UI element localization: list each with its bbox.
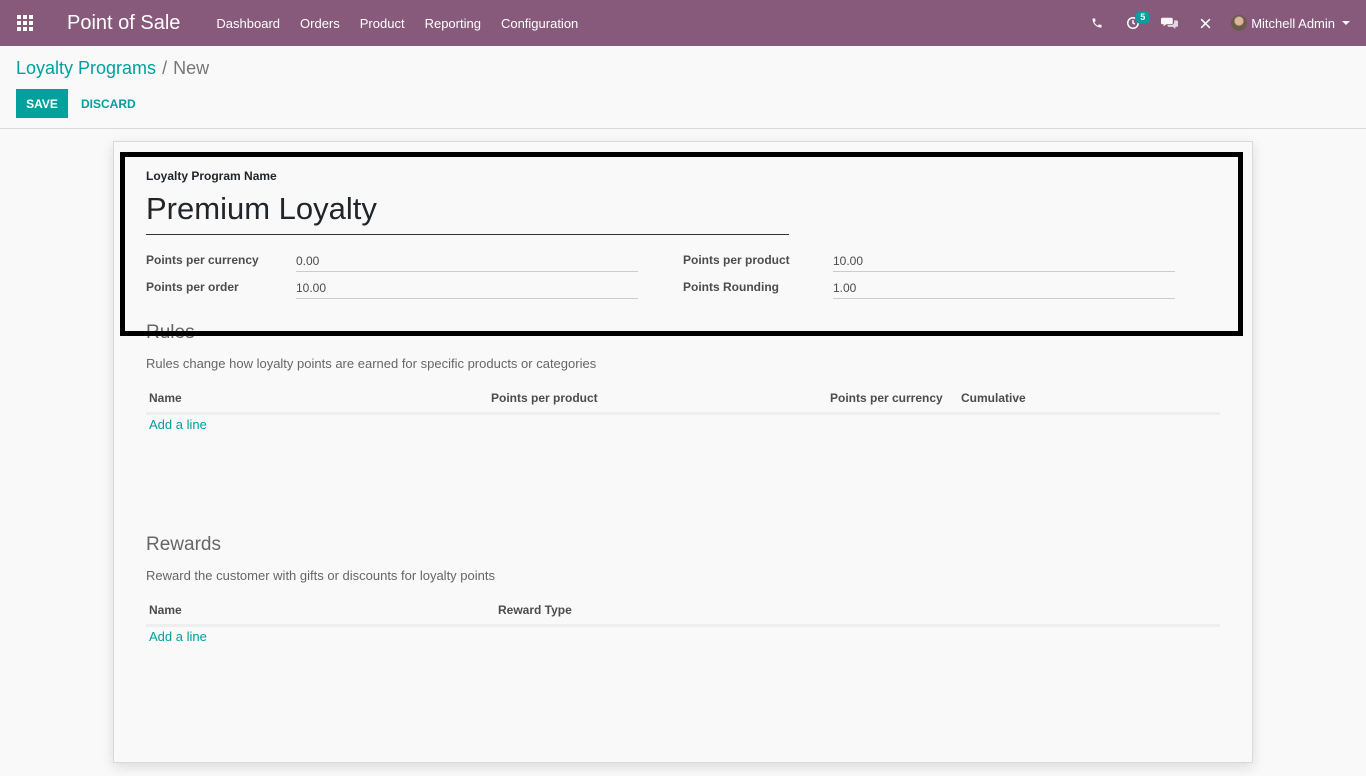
menu-item-dashboard[interactable]: Dashboard xyxy=(216,16,280,31)
avatar xyxy=(1231,15,1248,31)
menu-item-reporting[interactable]: Reporting xyxy=(425,16,481,31)
rules-section-description: Rules change how loyalty points are earn… xyxy=(146,356,597,371)
menu-item-configuration[interactable]: Configuration xyxy=(501,16,578,31)
breadcrumb-separator: / xyxy=(162,58,168,78)
points-per-currency-label: Points per currency xyxy=(146,253,259,267)
rules-col-name[interactable]: Name xyxy=(149,391,182,405)
activity-count-badge: 5 xyxy=(1135,11,1151,24)
discard-button[interactable]: DISCARD xyxy=(81,89,136,118)
close-tools-icon[interactable] xyxy=(1187,0,1223,46)
rewards-add-line-link[interactable]: Add a line xyxy=(149,629,207,644)
points-per-currency-field[interactable]: 0.00 xyxy=(296,254,638,272)
rules-section-title: Rules xyxy=(146,322,195,343)
menu-item-orders[interactable]: Orders xyxy=(300,16,340,31)
points-per-order-label: Points per order xyxy=(146,280,239,294)
points-per-product-label: Points per product xyxy=(683,253,790,267)
program-name-field[interactable]: Premium Loyalty xyxy=(146,191,789,235)
rewards-table-header: Name Reward Type xyxy=(146,599,1220,627)
activity-clock-icon[interactable]: 5 xyxy=(1115,0,1151,46)
navbar-systray: 5 Mitchell Admin xyxy=(1079,0,1366,46)
rewards-col-reward-type[interactable]: Reward Type xyxy=(498,603,572,617)
control-panel: Loyalty Programs / New SAVE DISCARD xyxy=(0,46,1366,129)
rules-table-header: Name Points per product Points per curre… xyxy=(146,387,1220,415)
user-name: Mitchell Admin xyxy=(1251,15,1335,31)
rewards-section-description: Reward the customer with gifts or discou… xyxy=(146,568,495,583)
points-per-order-field[interactable]: 10.00 xyxy=(296,281,638,299)
rewards-section-title: Rewards xyxy=(146,534,221,555)
main-menu: Dashboard Orders Product Reporting Confi… xyxy=(216,16,598,31)
breadcrumb: Loyalty Programs / New xyxy=(16,58,209,79)
points-rounding-field[interactable]: 1.00 xyxy=(833,281,1175,299)
rules-col-points-per-currency[interactable]: Points per currency xyxy=(830,391,943,405)
phone-icon[interactable] xyxy=(1079,0,1115,46)
rules-col-cumulative[interactable]: Cumulative xyxy=(961,391,1026,405)
rewards-col-name[interactable]: Name xyxy=(149,603,182,617)
chat-bubbles-icon[interactable] xyxy=(1151,0,1187,46)
chevron-down-icon xyxy=(1342,21,1350,25)
apps-menu-icon[interactable] xyxy=(0,0,50,46)
points-per-product-field[interactable]: 10.00 xyxy=(833,254,1175,272)
points-rounding-label: Points Rounding xyxy=(683,280,779,294)
rules-col-points-per-product[interactable]: Points per product xyxy=(491,391,598,405)
breadcrumb-loyalty-programs[interactable]: Loyalty Programs xyxy=(16,58,156,78)
save-button[interactable]: SAVE xyxy=(16,89,68,118)
user-menu[interactable]: Mitchell Admin xyxy=(1231,15,1350,31)
app-title[interactable]: Point of Sale xyxy=(67,12,180,35)
rules-add-line-link[interactable]: Add a line xyxy=(149,417,207,432)
program-name-label: Loyalty Program Name xyxy=(146,169,277,183)
menu-item-product[interactable]: Product xyxy=(360,16,405,31)
top-navbar: Point of Sale Dashboard Orders Product R… xyxy=(0,0,1366,46)
breadcrumb-current: New xyxy=(173,58,210,78)
